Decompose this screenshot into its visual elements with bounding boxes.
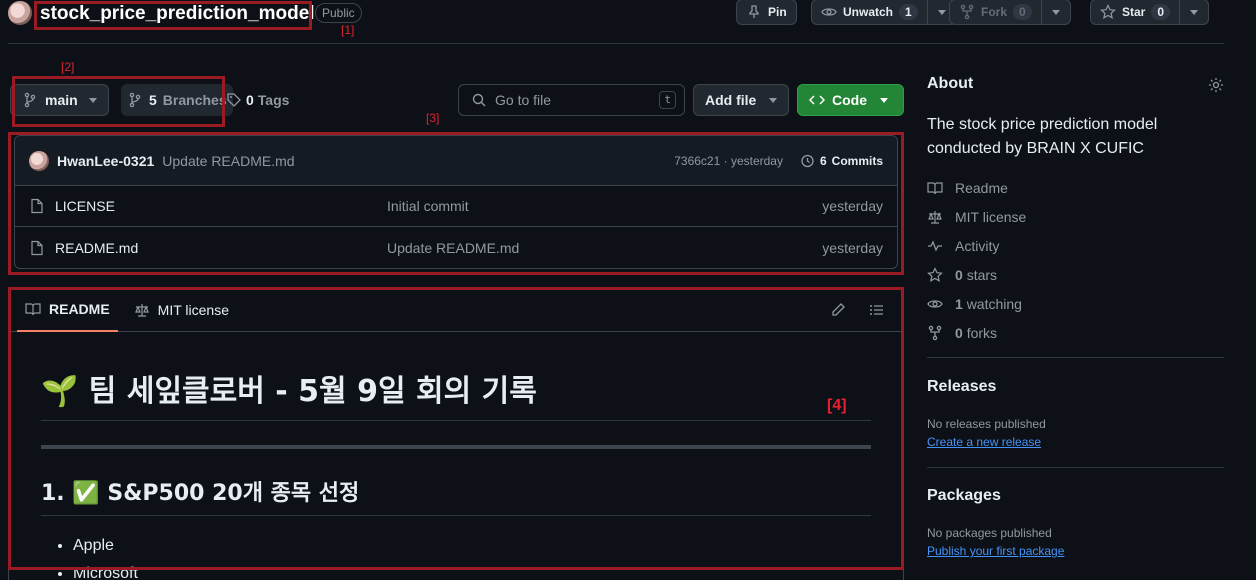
sidebar-divider [927, 467, 1224, 468]
chevron-down-icon [937, 9, 946, 15]
annotation-label-1: [1] [341, 23, 355, 37]
unwatch-label: Unwatch [843, 5, 894, 19]
stars-count: 0 [955, 266, 963, 283]
sidebar-divider [927, 357, 1224, 358]
sidebar-item-forks[interactable]: 0 forks [927, 318, 1217, 347]
search-shortcut-hint: t [659, 91, 676, 109]
watching-count: 1 [955, 295, 963, 312]
search-placeholder: Go to file [495, 92, 552, 108]
watching-label: watching [966, 295, 1022, 312]
tags-count: 0 [246, 92, 254, 108]
annotation-box-1 [34, 1, 312, 30]
releases-empty-text: No releases published [927, 417, 1046, 431]
sidebar-item-stars[interactable]: 0 stars [927, 260, 1217, 289]
sidebar-item-readme[interactable]: Readme [927, 173, 1217, 202]
gear-icon[interactable] [1208, 77, 1224, 93]
about-description: The stock price prediction model conduct… [927, 116, 1158, 157]
visibility-badge: Public [315, 3, 362, 23]
chevron-down-icon [880, 97, 888, 103]
code-icon [809, 92, 825, 108]
sidebar-item-license[interactable]: MIT license [927, 202, 1217, 231]
annotation-box-4 [8, 287, 904, 570]
sidebar-item-label: MIT license [955, 208, 1027, 225]
code-label: Code [832, 92, 867, 108]
fork-counter: 0 [1013, 4, 1032, 20]
fork-button[interactable]: Fork 0 [949, 0, 1071, 25]
pulse-icon [927, 238, 943, 254]
create-release-link[interactable]: Create a new release [927, 435, 1041, 449]
stars-label: stars [966, 266, 998, 283]
sidebar-item-watching[interactable]: 1 watching [927, 289, 1217, 318]
eye-icon [927, 296, 943, 312]
code-button[interactable]: Code [797, 84, 904, 116]
fork-icon [927, 325, 943, 341]
add-file-label: Add file [705, 92, 757, 108]
eye-icon [821, 4, 837, 20]
chevron-down-icon [1190, 9, 1199, 15]
sidebar-item-activity[interactable]: Activity [927, 231, 1217, 260]
forks-count: 0 [955, 324, 963, 341]
search-icon [471, 92, 487, 108]
forks-label: forks [966, 324, 998, 341]
about-links: Readme MIT license Activity 0 stars 1 wa… [927, 173, 1217, 347]
sidebar-item-label: Activity [955, 237, 1000, 254]
about-title: About [927, 75, 974, 92]
annotation-label-2: [2] [61, 60, 75, 74]
star-dropdown[interactable] [1179, 0, 1208, 24]
chevron-down-icon [1051, 9, 1060, 15]
star-icon [1100, 4, 1116, 20]
packages-empty-text: No packages published [927, 526, 1052, 540]
pin-label: Pin [768, 5, 787, 19]
sidebar-item-label: Readme [955, 179, 1008, 196]
star-label: Star [1122, 5, 1146, 19]
book-icon [927, 180, 943, 196]
annotation-label-3: [3] [426, 111, 440, 125]
repo-owner-avatar[interactable] [8, 1, 32, 25]
packages-title[interactable]: Packages [927, 487, 1001, 505]
tags-label: Tags [257, 92, 290, 108]
annotation-label-4: [4] [827, 397, 847, 414]
pin-icon [746, 4, 762, 20]
watch-counter: 1 [899, 4, 918, 20]
fork-dropdown[interactable] [1040, 0, 1070, 24]
star-icon [927, 266, 943, 283]
law-icon [927, 209, 943, 225]
chevron-down-icon [769, 97, 778, 103]
fork-icon [959, 4, 975, 20]
tag-icon [226, 92, 242, 108]
tags-link[interactable]: 0 Tags [222, 84, 293, 116]
header-divider [8, 43, 1224, 44]
releases-title[interactable]: Releases [927, 378, 996, 396]
unwatch-button[interactable]: Unwatch 1 [811, 0, 957, 25]
add-file-button[interactable]: Add file [693, 84, 790, 116]
fork-label: Fork [981, 5, 1008, 19]
annotation-box-2 [12, 76, 225, 127]
annotation-box-3 [8, 132, 904, 275]
go-to-file-input[interactable]: Go to file t [458, 84, 685, 116]
star-counter: 0 [1151, 4, 1171, 20]
pin-button[interactable]: Pin [736, 0, 797, 25]
publish-package-link[interactable]: Publish your first package [927, 544, 1064, 558]
star-button[interactable]: Star 0 [1090, 0, 1210, 25]
